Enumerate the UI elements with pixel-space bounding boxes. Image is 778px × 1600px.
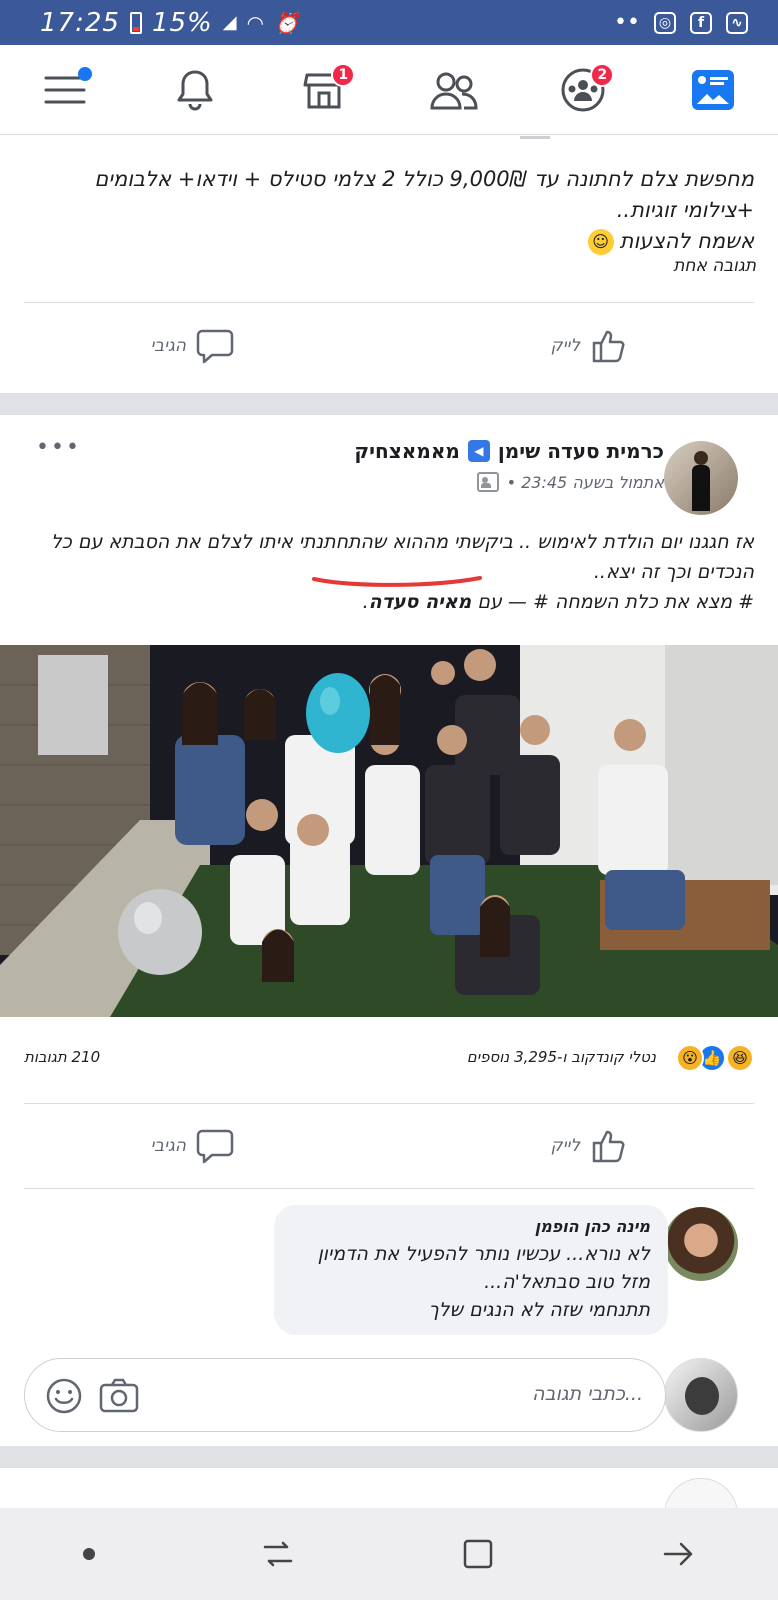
triangle-arrow-icon: ◀ bbox=[467, 440, 490, 462]
camera-icon[interactable] bbox=[99, 1377, 139, 1415]
comment-bubble: מינה כהן הופמן לא נורא... עכשיו נותר להפ… bbox=[274, 1205, 668, 1335]
post-body-line3: # מצא את כלת השמחה # — עם מאיה סעדה. bbox=[362, 591, 754, 613]
write-comment-placeholder: כתבי תגובה... bbox=[532, 1383, 643, 1405]
commenter-avatar[interactable] bbox=[664, 1207, 738, 1281]
comment-line2: מזל טוב סבתאל'ה... bbox=[484, 1271, 650, 1293]
like-button[interactable]: לייק bbox=[551, 1127, 628, 1165]
comment-bubble-icon bbox=[196, 1129, 234, 1164]
author-name[interactable]: כרמית סעדה שימן bbox=[498, 439, 664, 463]
status-time: 17:25 bbox=[40, 7, 120, 38]
facebook-icon: f bbox=[690, 11, 712, 34]
groups-badge: 2 bbox=[590, 62, 615, 87]
comment-label: הגיבי bbox=[150, 336, 186, 356]
post-body: אז חגגנו יום הולדת לאימוש .. ביקשתי מההו… bbox=[24, 527, 754, 617]
previous-post-text: מחפשת צלם לחתונה עד 9,000₪ כולל 2 צלמי ס… bbox=[24, 164, 754, 257]
back-icon[interactable] bbox=[661, 1537, 695, 1571]
comment-bubble-icon bbox=[196, 329, 234, 364]
page-name[interactable]: מאמאצחיק bbox=[354, 439, 459, 463]
scroll-indicator bbox=[520, 136, 550, 139]
signal-icon: ◢ bbox=[222, 12, 238, 33]
red-underline-annotation bbox=[312, 576, 482, 587]
comment-line3: תתנחמי שזה לא הנגים שלך bbox=[428, 1299, 650, 1321]
groups-button[interactable]: 2 bbox=[558, 62, 615, 115]
previous-post-line2: אשמח להצעות bbox=[619, 229, 754, 253]
post-photo[interactable] bbox=[0, 645, 778, 1017]
top-navigation: 1 2 bbox=[0, 45, 778, 135]
notifications-button[interactable] bbox=[170, 65, 220, 115]
comment-line1: לא נורא... עכשיו נותר להפעיל את הדמיון bbox=[317, 1243, 650, 1265]
hashtag[interactable]: # מצא את כלת השמחה # bbox=[533, 591, 754, 613]
like-label: לייק bbox=[550, 1136, 580, 1156]
status-bar: 17:25 15% ◢ ◠ ⏰ •• ◎ f ∿ bbox=[0, 0, 778, 45]
post-meta: אתמול בשעה 23:45 • bbox=[476, 472, 664, 492]
previous-post-card: מחפשת צלם לחתונה עד 9,000₪ כולל 2 צלמי ס… bbox=[0, 136, 778, 392]
commenter-name[interactable]: מינה כהן הופמן bbox=[292, 1217, 650, 1236]
more-dots-icon: ••• bbox=[36, 435, 81, 460]
write-comment-field[interactable]: כתבי תגובה... bbox=[24, 1358, 666, 1432]
alarm-icon: ⏰ bbox=[273, 10, 300, 35]
battery-level: 15% bbox=[151, 7, 213, 38]
smile-emoji-icon: ☺ bbox=[587, 228, 614, 255]
reaction-icons[interactable]: 😆 👍 😮 bbox=[676, 1044, 754, 1072]
my-avatar bbox=[664, 1358, 738, 1432]
recent-apps-icon[interactable] bbox=[261, 1537, 295, 1571]
divider bbox=[24, 1103, 754, 1104]
more-options-button[interactable]: ••• bbox=[36, 435, 81, 460]
reactions-row: 😆 👍 😮 נטלי קונדקוב ו-3,295 נוספים 210 תג… bbox=[0, 1040, 778, 1080]
privacy-group-icon bbox=[476, 472, 499, 492]
next-post-avatar bbox=[664, 1478, 738, 1508]
bell-icon bbox=[177, 70, 213, 110]
friends-icon bbox=[430, 72, 478, 109]
comment-label: הגיבי bbox=[150, 1136, 186, 1156]
dot-icon[interactable] bbox=[83, 1548, 95, 1560]
activity-icon: ∿ bbox=[726, 11, 748, 34]
friends-button[interactable] bbox=[429, 65, 479, 115]
marketplace-button[interactable]: 1 bbox=[299, 62, 356, 115]
previous-post-comment-button[interactable]: הגיבי bbox=[150, 327, 234, 365]
wow-reaction-icon: 😮 bbox=[676, 1044, 704, 1072]
post-header-names: כרמית סעדה שימן ◀ מאמאצחיק bbox=[354, 439, 664, 463]
like-thumb-icon bbox=[592, 330, 625, 363]
post-body-line1: אז חגגנו יום הולדת לאימוש .. ביקשתי מההו… bbox=[50, 531, 754, 553]
feed-post: כרמית סעדה שימן ◀ מאמאצחיק אתמול בשעה 23… bbox=[0, 415, 778, 1445]
more-dots-icon: •• bbox=[614, 10, 640, 35]
battery-icon bbox=[129, 11, 142, 34]
feed-gap bbox=[0, 393, 778, 415]
news-feed-icon bbox=[691, 69, 734, 110]
marketplace-badge: 1 bbox=[331, 62, 356, 87]
post-time[interactable]: אתמול בשעה 23:45 • bbox=[507, 473, 664, 492]
system-navigation-bar bbox=[0, 1508, 778, 1600]
divider bbox=[24, 1188, 754, 1189]
instagram-icon: ◎ bbox=[654, 11, 676, 34]
like-thumb-icon bbox=[592, 1130, 625, 1163]
emoji-icon[interactable] bbox=[45, 1377, 83, 1415]
with-label: — עם bbox=[477, 591, 527, 613]
group-photo-illustration bbox=[0, 645, 778, 1017]
home-button-icon[interactable] bbox=[461, 1537, 495, 1571]
wifi-icon: ◠ bbox=[247, 10, 264, 35]
previous-post-like-button[interactable]: לייק bbox=[551, 327, 628, 365]
divider bbox=[24, 302, 754, 303]
previous-post-replies-link[interactable]: תגובה אחת bbox=[673, 256, 756, 276]
tagged-person[interactable]: מאיה סעדה bbox=[369, 591, 472, 613]
reactions-summary[interactable]: נטלי קונדקוב ו-3,295 נוספים bbox=[467, 1048, 656, 1066]
comment-button[interactable]: הגיבי bbox=[150, 1127, 234, 1165]
menu-button[interactable] bbox=[40, 65, 92, 115]
feed-gap bbox=[0, 1446, 778, 1468]
author-avatar[interactable] bbox=[664, 441, 738, 515]
next-post-partial bbox=[0, 1468, 778, 1508]
previous-post-line1: מחפשת צלם לחתונה עד 9,000₪ כולל 2 צלמי ס… bbox=[94, 167, 754, 222]
menu-indicator-dot bbox=[78, 66, 92, 81]
comments-count[interactable]: 210 תגובות bbox=[24, 1048, 100, 1066]
like-label: לייק bbox=[550, 336, 580, 356]
haha-reaction-icon: 😆 bbox=[726, 1044, 754, 1072]
news-feed-button[interactable] bbox=[688, 65, 738, 115]
